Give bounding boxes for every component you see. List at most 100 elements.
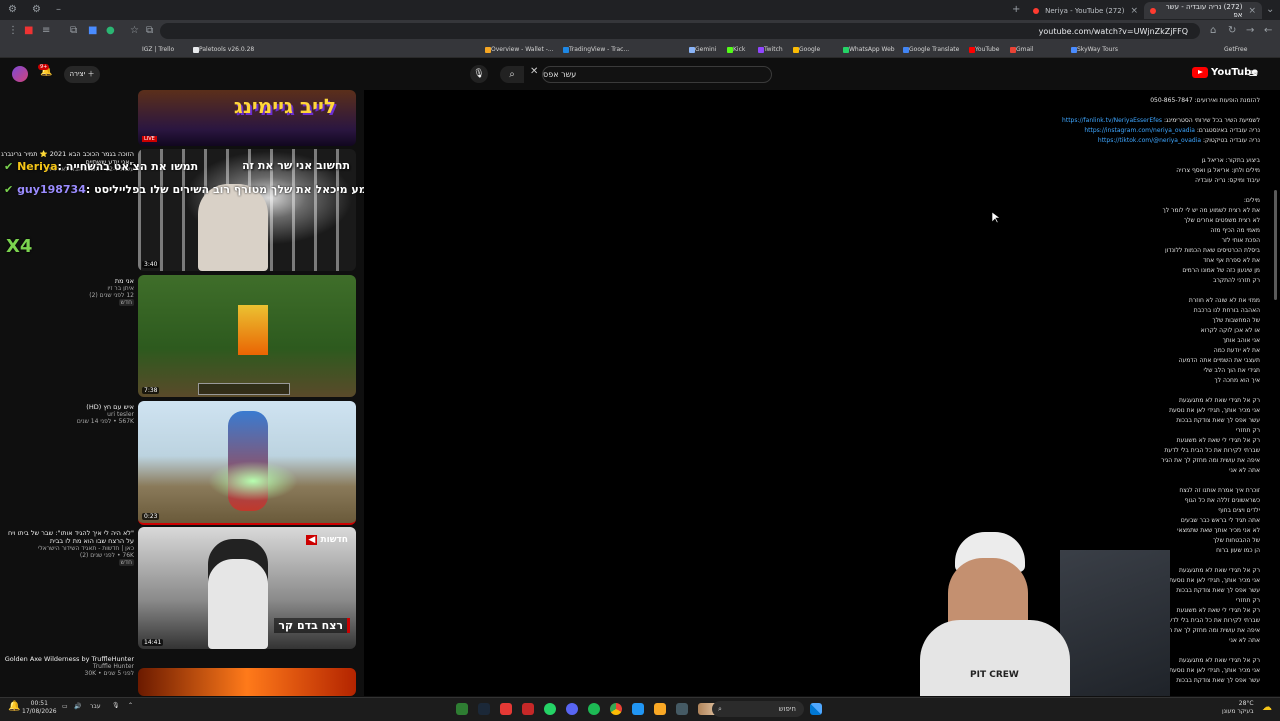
url-bar[interactable]: youtube.com/watch?v=UWjnZkZjFFQ bbox=[160, 23, 1200, 39]
bookmark-item[interactable]: Google bbox=[790, 46, 820, 53]
home-icon[interactable]: ⌂ bbox=[1210, 25, 1216, 36]
tab-close-icon[interactable]: × bbox=[1248, 6, 1256, 16]
channel-name[interactable]: Truffle Hunter bbox=[0, 663, 134, 670]
video-title[interactable]: איש עם חץ (HD) bbox=[0, 403, 134, 411]
window-menu-icon[interactable]: ⚙ bbox=[8, 4, 17, 15]
windows-start-icon[interactable] bbox=[810, 703, 822, 715]
gaming-chair bbox=[1060, 550, 1170, 696]
description-link[interactable]: https://instagram.com/neriya_ovadia bbox=[1084, 127, 1195, 134]
bookmark-star-icon[interactable]: ☆ bbox=[130, 25, 139, 36]
extension-icon[interactable]: ≡ bbox=[42, 25, 50, 36]
file-explorer-icon[interactable] bbox=[654, 703, 666, 715]
extension-icon[interactable]: ■ bbox=[24, 25, 33, 36]
mic-icon[interactable]: 🎙 bbox=[112, 702, 120, 709]
shirt bbox=[920, 620, 1070, 696]
new-tab-icon[interactable]: + bbox=[1012, 4, 1020, 15]
minimize-icon[interactable]: – bbox=[56, 4, 61, 15]
video-title[interactable]: אני מת bbox=[0, 277, 134, 285]
related-video-thumbnail[interactable]: לייב גיימינג LIVE bbox=[138, 90, 356, 146]
app-icon[interactable] bbox=[676, 703, 688, 715]
extensions-puzzle-icon[interactable]: ⧉ bbox=[70, 25, 77, 36]
clear-search-icon[interactable]: ✕ bbox=[530, 66, 538, 77]
streamer-webcam: PIT CREW bbox=[860, 520, 1180, 696]
scrollbar-thumb[interactable] bbox=[1274, 190, 1277, 300]
spotify-icon[interactable] bbox=[588, 703, 600, 715]
lyric-line: איפה את עושית ומה מחזק לך את הגיר bbox=[1161, 457, 1260, 464]
app-icon[interactable] bbox=[632, 703, 644, 715]
reload-icon[interactable]: ↻ bbox=[1228, 25, 1236, 36]
avatar[interactable] bbox=[12, 66, 28, 82]
duration-badge: 7:38 bbox=[142, 387, 160, 394]
description-link[interactable]: https://tiktok.com/@neriya_ovadia bbox=[1098, 137, 1201, 144]
app-icon[interactable] bbox=[456, 703, 468, 715]
related-video-meta[interactable]: איש עם חץ (HD) uri tesler 567K • לפני 14… bbox=[0, 403, 134, 425]
related-video-meta[interactable]: "לא היה לי איך להגיד אותו": שבר של ביתו … bbox=[0, 529, 134, 566]
channel-name[interactable]: uri tesler bbox=[0, 411, 134, 418]
related-video-thumbnail[interactable]: חדשות ◀ רצח בדם קר 14:41 bbox=[138, 527, 356, 649]
person-figure bbox=[208, 539, 268, 649]
bookmark-item[interactable]: YouTube bbox=[966, 46, 999, 53]
channel-name[interactable]: כאן | חדשות - תאגיד השידור הישראלי bbox=[0, 545, 134, 552]
hamburger-menu-icon[interactable]: ≡ bbox=[1248, 66, 1258, 80]
search-input[interactable]: עשר אפס bbox=[542, 66, 772, 83]
related-video-thumbnail[interactable]: 7:38 bbox=[138, 275, 356, 397]
description-link[interactable]: https://fanlink.tv/NeriyaEsserEfes bbox=[1062, 117, 1162, 124]
tab-neriya-ovadia[interactable]: × (272) נריה עובדיה - עשר אפ bbox=[1144, 2, 1262, 19]
bookmark-item[interactable]: GetFree bbox=[1224, 46, 1247, 53]
related-video-thumbnail[interactable] bbox=[138, 668, 356, 696]
steam-icon[interactable] bbox=[478, 703, 490, 715]
menu-dots-icon[interactable]: ⋮ bbox=[8, 25, 18, 36]
search-icon: ⌕ bbox=[509, 69, 515, 80]
bookmark-item[interactable]: SkyWay Tours bbox=[1068, 46, 1118, 53]
app-icon[interactable] bbox=[522, 703, 534, 715]
chevron-up-icon[interactable]: ⌃ bbox=[128, 702, 133, 709]
bookmark-item[interactable]: Kick bbox=[724, 46, 745, 53]
channel-name[interactable]: איתן בר זיו bbox=[0, 285, 134, 292]
app-icon[interactable] bbox=[500, 703, 512, 715]
related-video-meta[interactable]: Golden Axe Wilderness by TruffleHunter T… bbox=[0, 655, 134, 677]
bookmark-item[interactable]: Gemini bbox=[686, 46, 716, 53]
lyric-line bbox=[1030, 476, 1260, 486]
taskbar-clock[interactable]: 00:51 17/08/2026 bbox=[22, 700, 57, 716]
youtube-favicon-icon bbox=[1150, 7, 1156, 14]
taskbar-search-input[interactable]: חיפוש ⌕ bbox=[712, 701, 804, 717]
tab-neriya-youtube[interactable]: × (272) Neriya - YouTube bbox=[1024, 2, 1144, 19]
extension-icon[interactable]: ■ bbox=[88, 25, 97, 36]
browser-settings-icon[interactable]: ⚙ bbox=[32, 4, 41, 15]
lyric-line: של המחשבות שלך bbox=[1212, 317, 1260, 324]
chevron-down-icon[interactable]: ⌄ bbox=[1266, 4, 1274, 15]
bookmark-item[interactable]: Google Translate bbox=[900, 46, 959, 53]
create-button[interactable]: יצירה ＋ bbox=[64, 66, 100, 83]
display-icon[interactable]: ▭ bbox=[62, 703, 68, 710]
page-scrollbar[interactable] bbox=[1273, 90, 1278, 696]
tab-close-icon[interactable]: × bbox=[1130, 6, 1138, 16]
related-video-meta[interactable]: אני מת איתן בר זיו 12 לפני שנים (2) חדש bbox=[0, 277, 134, 306]
bookmark-item[interactable]: IGZ | Trello bbox=[142, 46, 174, 53]
voice-search-mic-icon[interactable]: 🎙 bbox=[470, 65, 488, 83]
back-icon[interactable]: ← bbox=[1264, 25, 1272, 36]
search-icon: ⌕ bbox=[718, 705, 722, 713]
bookmark-item[interactable]: Paletools v26.0.28 bbox=[190, 46, 254, 53]
bookmark-item[interactable]: WhatsApp Web bbox=[840, 46, 895, 53]
weather-widget[interactable]: 28°C בעיקר מעונן bbox=[1222, 700, 1254, 716]
bookmark-item[interactable]: TradingView - Trac... bbox=[560, 46, 629, 53]
forward-icon[interactable]: → bbox=[1246, 25, 1254, 36]
bookmark-item[interactable]: Overview - Wallet -... bbox=[482, 46, 554, 53]
video-title[interactable]: Golden Axe Wilderness by TruffleHunter bbox=[0, 655, 134, 663]
related-video-thumbnail[interactable]: 0:23 bbox=[138, 401, 356, 525]
thumbnail-overlay-text: לייב גיימינג bbox=[233, 94, 336, 118]
language-indicator[interactable]: עבר bbox=[90, 703, 101, 710]
bookmark-item[interactable]: Twitch bbox=[755, 46, 783, 53]
discord-icon[interactable] bbox=[566, 703, 578, 715]
video-title[interactable]: "לא היה לי איך להגיד אותו": שבר של ביתו … bbox=[0, 529, 134, 545]
lyric-line: עשר אפס לך שאת צודקת בבכות bbox=[1176, 417, 1260, 424]
notification-bell-icon[interactable]: 🔔 bbox=[8, 701, 20, 712]
search-button[interactable]: ⌕ bbox=[500, 66, 524, 83]
chat-badge-icon: ✔ bbox=[4, 183, 14, 196]
whatsapp-icon[interactable] bbox=[544, 703, 556, 715]
extension-icon[interactable]: ● bbox=[106, 25, 115, 36]
volume-icon[interactable]: 🔊 bbox=[74, 703, 81, 710]
chrome-icon[interactable] bbox=[610, 703, 622, 715]
share-icon[interactable]: ⧉ bbox=[146, 25, 153, 36]
bookmark-item[interactable]: Gmail bbox=[1007, 46, 1034, 53]
